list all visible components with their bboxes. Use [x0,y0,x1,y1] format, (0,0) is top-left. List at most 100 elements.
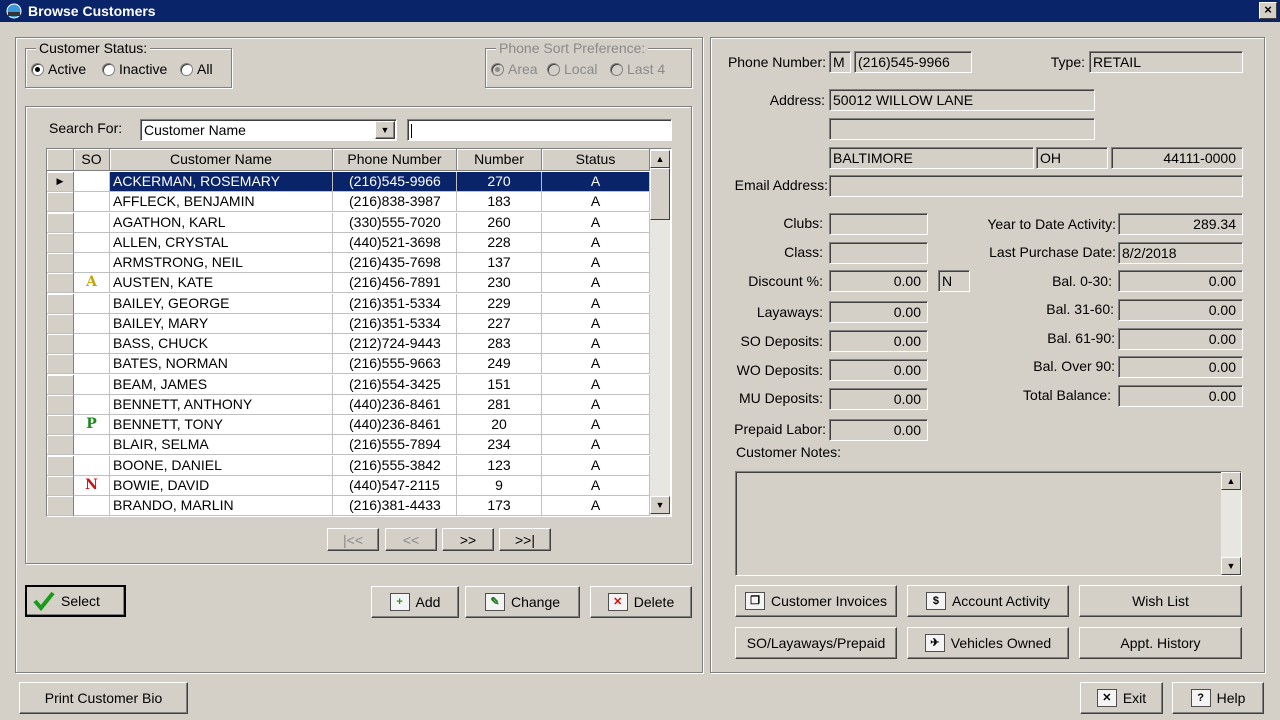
so-cell [74,435,110,456]
table-row[interactable]: BLAIR, SELMA (216)555-7894 234 A [47,435,650,456]
status-active-radio[interactable]: Active [31,61,86,77]
row-indicator [47,415,74,435]
table-row[interactable]: ARMSTRONG, NEIL (216)435-7698 137 A [47,253,650,273]
table-row[interactable]: BENNETT, ANTHONY (440)236-8461 281 A [47,394,650,415]
phone-number-cell: (216)838-3987 [333,192,457,213]
header-customer-name[interactable]: Customer Name [110,149,333,171]
table-row[interactable]: AFFLECK, BENJAMIN (216)838-3987 183 A [47,192,650,213]
last-purchase-label: Last Purchase Date: [989,244,1116,260]
radio-unselected-icon [102,62,115,76]
row-indicator [47,455,74,476]
phone-number-cell: (440)236-8461 [333,394,457,415]
number-cell: 183 [457,192,542,213]
next-page-button[interactable]: >> [442,528,494,551]
table-row[interactable]: N BOWIE, DAVID (440)547-2115 9 A [47,475,650,496]
search-field-select[interactable]: Customer Name [140,119,397,141]
bal-31-60-label: Bal. 31-60: [1046,301,1114,317]
status-inactive-radio[interactable]: Inactive [102,61,167,77]
table-row[interactable]: BASS, CHUCK (212)724-9443 283 A [47,334,650,354]
notes-scrollbar[interactable]: ▲ ▼ [1221,472,1241,575]
row-indicator [47,212,74,233]
mu-deposits-label: MU Deposits: [738,390,823,406]
row-indicator [47,496,74,516]
appt-history-button[interactable]: Appt. History [1079,627,1242,659]
vehicles-owned-button[interactable]: ✈ Vehicles Owned [907,627,1069,659]
row-indicator [47,232,74,253]
exit-button[interactable]: ✕ Exit [1080,682,1163,714]
sort-local-radio[interactable]: Local [547,61,597,77]
so-cell [74,334,110,354]
bal-61-90-label: Bal. 61-90: [1047,330,1115,346]
help-button[interactable]: ? Help [1172,682,1264,714]
search-input[interactable] [407,119,672,141]
table-row[interactable]: A AUSTEN, KATE (216)456-7891 230 A [47,273,650,294]
customer-name-cell: AUSTEN, KATE [110,273,333,294]
so-cell [74,212,110,233]
so-cell [74,253,110,273]
delete-button-label: Delete [633,594,675,610]
close-icon[interactable]: × [1259,2,1277,19]
first-page-button[interactable]: |<< [327,528,379,551]
customer-status-legend: Customer Status: [36,40,151,56]
scroll-down-icon[interactable]: ▼ [1221,557,1241,575]
table-row[interactable]: AGATHON, KARL (330)555-7020 260 A [47,212,650,233]
table-row[interactable]: ALLEN, CRYSTAL (440)521-3698 228 A [47,232,650,253]
table-row[interactable]: BATES, NORMAN (216)555-9663 249 A [47,354,650,375]
phone-number-cell: (212)724-9443 [333,334,457,354]
header-status[interactable]: Status [542,149,650,171]
so-cell: N [74,475,110,496]
customer-notes-field[interactable]: ▲ ▼ [735,471,1242,576]
delete-button[interactable]: ✕ Delete [590,586,692,618]
grid-scrollbar[interactable]: ▲ ▼ [650,150,670,516]
customer-name-cell: BASS, CHUCK [110,334,333,354]
email-label: Email Address: [734,177,828,193]
header-phone-number[interactable]: Phone Number [333,149,457,171]
scroll-thumb[interactable] [650,168,670,220]
table-row[interactable]: BOONE, DANIEL (216)555-3842 123 A [47,455,650,476]
wish-list-button[interactable]: Wish List [1079,585,1242,617]
sort-last4-label: Last 4 [627,61,666,77]
so-cell [74,455,110,476]
add-button[interactable]: + Add [371,586,459,618]
discount-label: Discount %: [748,273,823,289]
chevron-down-icon[interactable]: ▼ [375,121,395,139]
print-customer-bio-label: Print Customer Bio [44,690,163,706]
number-cell: 283 [457,334,542,354]
sort-area-radio[interactable]: Area [491,61,538,77]
number-cell: 9 [457,475,542,496]
wo-deposits-label: WO Deposits: [736,362,823,378]
status-all-radio[interactable]: All [180,61,213,77]
account-activity-button[interactable]: $ Account Activity [907,585,1069,617]
table-row[interactable]: BEAM, JAMES (216)554-3425 151 A [47,374,650,395]
table-row[interactable]: BAILEY, MARY (216)351-5334 227 A [47,313,650,334]
change-button[interactable]: ✎ Change [465,586,580,618]
number-cell: 270 [457,172,542,192]
print-customer-bio-button[interactable]: Print Customer Bio [19,682,188,714]
scroll-up-icon[interactable]: ▲ [1221,472,1241,490]
table-row[interactable]: ▶ ACKERMAN, ROSEMARY (216)545-9966 270 A [47,172,650,192]
so-layaways-prepaid-button[interactable]: SO/Layaways/Prepaid [735,627,897,659]
number-cell: 137 [457,253,542,273]
sort-last4-radio[interactable]: Last 4 [610,61,665,77]
phone-number-cell: (216)555-7894 [333,435,457,456]
so-deposits-field: 0.00 [829,330,928,352]
table-row[interactable]: P BENNETT, TONY (440)236-8461 20 A [47,415,650,435]
layaways-label: Layaways: [756,304,823,320]
row-indicator [47,253,74,273]
row-indicator [47,273,74,294]
total-balance-field: 0.00 [1118,385,1243,407]
radio-unselected-icon [610,62,623,76]
last-page-button[interactable]: >>| [499,528,551,551]
select-button[interactable]: Select [25,585,126,617]
header-number[interactable]: Number [457,149,542,171]
table-row[interactable]: BRANDO, MARLIN (216)381-4433 173 A [47,496,650,516]
header-so[interactable]: SO [74,149,110,171]
prev-page-button[interactable]: << [385,528,437,551]
customer-invoices-button[interactable]: ❐ Customer Invoices [735,585,897,617]
phone-number-cell: (216)351-5334 [333,293,457,314]
ytd-activity-label: Year to Date Activity: [987,216,1116,232]
scroll-down-icon[interactable]: ▼ [650,496,670,514]
so-cell [74,374,110,395]
table-row[interactable]: BAILEY, GEORGE (216)351-5334 229 A [47,293,650,314]
scroll-up-icon[interactable]: ▲ [650,150,670,168]
